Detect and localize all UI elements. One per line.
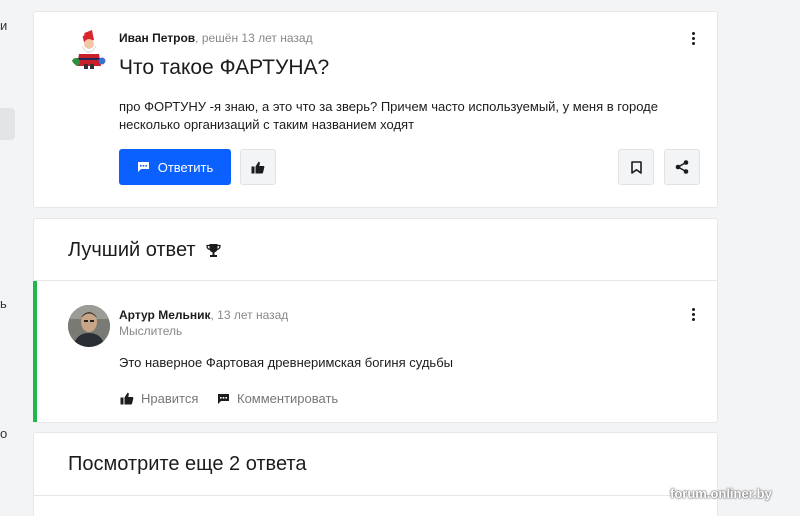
comment-icon [137,162,149,172]
sidebar-text-fragment: и [0,18,8,33]
user-photo-image [68,305,110,347]
author-rank: Мыслитель [119,324,183,338]
question-text: про ФОРТУНУ -я знаю, а это что за зверь?… [119,99,658,132]
sidebar-text-fragment: ь [0,296,7,311]
answer-text: Это наверное Фартовая древнеримская боги… [119,355,453,370]
like-answer-label: Нравится [141,391,199,406]
best-answer-card: Лучший ответ Артур Мельник, 13 лет назад… [33,218,718,423]
sidebar-active-item[interactable] [0,108,15,140]
bookmark-icon [630,160,642,174]
author-name[interactable]: Иван Петров [119,31,195,45]
answer-author-line: Артур Мельник, 13 лет назад [119,308,288,322]
share-icon [675,160,689,174]
santa-avatar-image [68,28,110,70]
reply-button[interactable]: Ответить [119,149,231,185]
more-answers-card: Посмотрите еще 2 ответа [33,432,718,516]
avatar[interactable] [68,305,110,347]
question-more-options-icon[interactable] [683,28,703,48]
question-author-line: Иван Петров, решён 13 лет назад [119,31,313,45]
comment-icon [218,393,229,404]
like-question-button[interactable] [240,149,276,185]
thumbs-up-icon [120,392,134,405]
sidebar-text-fragment: о [0,426,8,441]
question-card: Иван Петров, решён 13 лет назад Что тако… [33,11,718,208]
bookmark-button[interactable] [618,149,654,185]
share-button[interactable] [664,149,700,185]
comment-answer-label: Комментировать [237,391,339,406]
avatar[interactable] [68,28,110,70]
section-divider [34,495,717,496]
trophy-icon [205,244,221,257]
best-answer-accent-bar [33,281,37,422]
best-answer-title: Лучший ответ [68,239,196,261]
left-sidebar-fragment: и ь о [0,0,20,516]
question-meta: , решён 13 лет назад [195,31,313,45]
answer-meta: , 13 лет назад [210,308,289,322]
question-title: Что такое ФАРТУНА? [119,56,330,79]
reply-button-label: Ответить [157,159,214,175]
more-answers-title[interactable]: Посмотрите еще 2 ответа [68,453,306,476]
comment-answer-button[interactable]: Комментировать [217,391,338,406]
like-answer-button[interactable]: Нравится [120,391,198,406]
thumbs-up-icon [251,161,265,173]
section-divider [34,280,717,281]
author-name[interactable]: Артур Мельник [119,308,211,322]
answer-more-options-icon[interactable] [683,304,703,324]
best-answer-header: Лучший ответ [68,239,221,262]
site-watermark: forum.onliner.by [670,486,772,501]
